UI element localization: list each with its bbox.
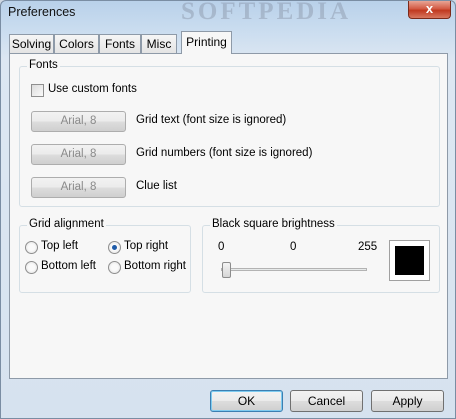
- tab-colors[interactable]: Colors: [54, 34, 99, 54]
- top-left-radio[interactable]: [25, 241, 38, 254]
- bottom-right-label[interactable]: Bottom right: [124, 260, 186, 272]
- brightness-preview: [389, 240, 430, 281]
- brightness-min-label: 0: [218, 241, 225, 253]
- brightness-group: Black square brightness 0 0 255: [202, 218, 440, 293]
- tab-misc[interactable]: Misc: [141, 34, 177, 54]
- bottom-left-label[interactable]: Bottom left: [41, 260, 96, 272]
- watermark: SOFTPEDIA: [181, 0, 352, 25]
- grid-text-font-label: Grid text (font size is ignored): [136, 114, 287, 126]
- use-custom-fonts-label[interactable]: Use custom fonts: [48, 83, 137, 95]
- top-right-radio[interactable]: [108, 241, 121, 254]
- bottom-left-radio[interactable]: [25, 261, 38, 274]
- brightness-value-label: 0: [290, 241, 297, 253]
- grid-text-font-button[interactable]: Arial, 8: [31, 111, 126, 132]
- close-icon: x: [425, 1, 434, 16]
- grid-alignment-group-label: Grid alignment: [27, 218, 106, 230]
- bottom-right-radio[interactable]: [108, 261, 121, 274]
- tab-solving[interactable]: Solving: [9, 34, 54, 54]
- grid-alignment-group: Grid alignment Top left Top right Bottom…: [19, 218, 191, 293]
- tab-printing[interactable]: Printing: [181, 31, 232, 54]
- preferences-window: Preferences SOFTPEDIA x Solving Colors F…: [0, 0, 456, 419]
- ok-button[interactable]: OK: [210, 390, 283, 412]
- brightness-slider-track[interactable]: [221, 268, 367, 271]
- top-left-label[interactable]: Top left: [41, 240, 78, 252]
- grid-numbers-font-label: Grid numbers (font size is ignored): [136, 147, 313, 159]
- brightness-group-label: Black square brightness: [210, 218, 337, 230]
- apply-button[interactable]: Apply: [371, 390, 444, 412]
- grid-numbers-font-button[interactable]: Arial, 8: [31, 144, 126, 165]
- cancel-button[interactable]: Cancel: [290, 390, 363, 412]
- title-bar[interactable]: Preferences SOFTPEDIA x: [1, 0, 455, 27]
- use-custom-fonts-checkbox[interactable]: [31, 84, 44, 97]
- fonts-group-label: Fonts: [27, 59, 60, 71]
- close-button[interactable]: x: [408, 1, 451, 19]
- printing-panel: Fonts Use custom fonts Arial, 8 Grid tex…: [9, 53, 448, 379]
- top-right-label[interactable]: Top right: [124, 240, 168, 252]
- fonts-group: Fonts Use custom fonts Arial, 8 Grid tex…: [19, 59, 440, 207]
- brightness-max-label: 255: [358, 241, 378, 253]
- window-title: Preferences: [8, 5, 76, 19]
- clue-list-font-label: Clue list: [136, 180, 177, 192]
- black-square-swatch: [395, 246, 424, 275]
- clue-list-font-button[interactable]: Arial, 8: [31, 177, 126, 198]
- brightness-slider-thumb[interactable]: [222, 262, 231, 278]
- tab-fonts[interactable]: Fonts: [99, 34, 141, 54]
